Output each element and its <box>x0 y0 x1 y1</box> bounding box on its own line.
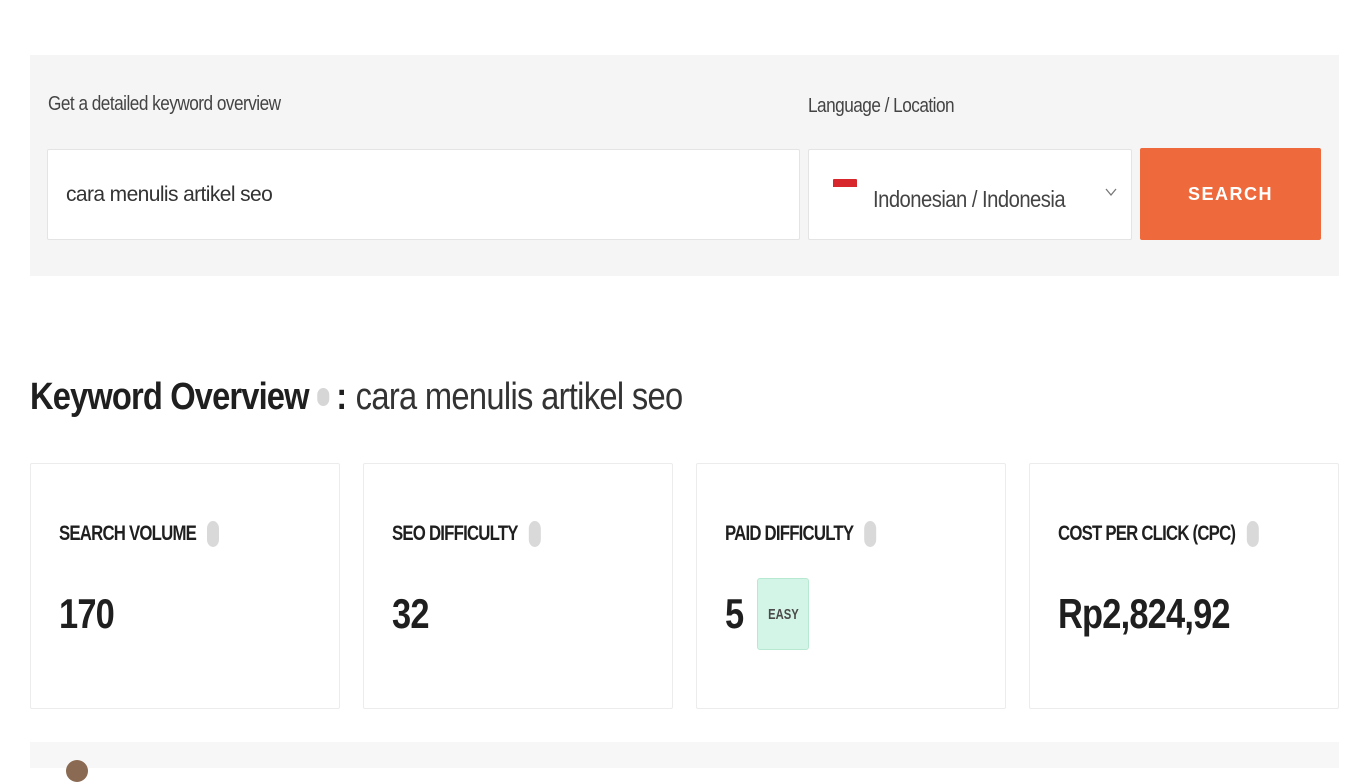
help-icon[interactable] <box>528 521 541 547</box>
language-location-label: Language / Location <box>808 95 955 117</box>
metric-label: SEO DIFFICULTY <box>392 522 518 545</box>
help-icon[interactable] <box>1246 521 1259 547</box>
search-volume-card: SEARCH VOLUME 170 <box>30 463 340 709</box>
page-title: Keyword Overview : cara menulis artikel … <box>30 372 683 422</box>
next-section-strip <box>30 742 1339 768</box>
seo-difficulty-card: SEO DIFFICULTY 32 <box>363 463 673 709</box>
metric-value: 32 <box>392 590 429 637</box>
indonesia-flag-icon <box>833 179 857 195</box>
paid-difficulty-card: PAID DIFFICULTY 5 EASY <box>696 463 1006 709</box>
chevron-down-icon <box>1105 188 1117 197</box>
metric-value: 170 <box>59 590 115 637</box>
metric-value: 5 <box>725 590 744 637</box>
difficulty-badge-text: EASY <box>767 605 799 623</box>
keyword-input-label: Get a detailed keyword overview <box>48 93 281 115</box>
metric-title: SEO DIFFICULTY <box>392 520 541 548</box>
language-location-value: Indonesian / Indonesia <box>873 186 1066 212</box>
help-icon[interactable] <box>864 521 877 547</box>
help-icon[interactable] <box>207 521 220 547</box>
overview-keyword: cara menulis artikel seo <box>355 375 683 418</box>
difficulty-badge: EASY <box>757 578 809 650</box>
metric-title: SEARCH VOLUME <box>59 520 220 548</box>
title-separator: : <box>336 375 348 418</box>
cost-per-click-card: COST PER CLICK (CPC) Rp2,824,92 <box>1029 463 1339 709</box>
metric-title: PAID DIFFICULTY <box>725 520 877 548</box>
keyword-search-panel: Get a detailed keyword overview Language… <box>30 55 1339 276</box>
metric-value: Rp2,824,92 <box>1058 590 1231 637</box>
info-icon[interactable] <box>317 388 330 406</box>
overview-title-text: Keyword Overview <box>30 375 310 418</box>
keyword-search-input[interactable] <box>47 149 800 240</box>
language-location-select[interactable]: Indonesian / Indonesia <box>808 149 1132 240</box>
search-button[interactable]: SEARCH <box>1140 148 1321 240</box>
metric-label: SEARCH VOLUME <box>59 522 197 545</box>
metric-label: COST PER CLICK (CPC) <box>1058 522 1236 545</box>
metric-title: COST PER CLICK (CPC) <box>1058 520 1259 548</box>
avatar <box>66 760 88 782</box>
metric-label: PAID DIFFICULTY <box>725 522 854 545</box>
